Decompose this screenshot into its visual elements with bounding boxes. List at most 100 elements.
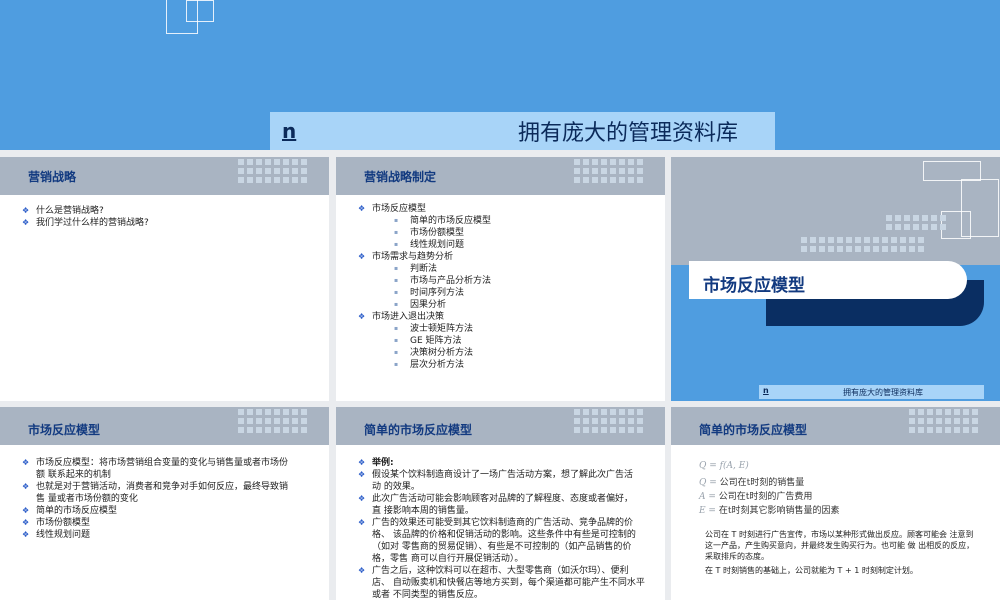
square-bullet-icon: ▪ bbox=[394, 229, 399, 236]
list-item: ❖ 此次广告活动可能会影响顾客对品牌的了解程度、态度或者偏好， bbox=[358, 494, 634, 504]
list-subitem: ▪ 时间序列方法 bbox=[394, 288, 465, 298]
diamond-bullet-icon: ❖ bbox=[22, 518, 30, 527]
list-item-continuation: 售 量或者市场份额的变化 bbox=[36, 494, 138, 504]
list-item: ❖ 市场进入退出决策 bbox=[358, 312, 445, 322]
formula-line: Q = 公司在t时刻的销售量 bbox=[699, 478, 805, 488]
list-item: ❖ 广告之后，这种饮料可以在超市、大型零售商（如沃尔玛）、便利 bbox=[358, 566, 629, 576]
decor-square bbox=[186, 0, 214, 22]
footer-text: 拥有庞大的管理资料库 bbox=[843, 388, 923, 397]
list-item: ❖ 市场反应模型：将市场营销组合变量的变化与销售量或者市场份 bbox=[22, 458, 289, 468]
bullet-list: ❖ 市场反应模型：将市场营销组合变量的变化与销售量或者市场份 额 联系起来的机制 … bbox=[22, 457, 312, 541]
paragraph: 公司在 T 时刻进行广告宣传，市场以某种形式做出反应。顾客可能会 注意到这一产品… bbox=[705, 530, 975, 561]
list-item: ❖ 假设某个饮料制造商设计了一场广告活动方案，想了解此次广告活 bbox=[358, 470, 634, 480]
slide-title: 营销战略 bbox=[28, 170, 77, 184]
decor-dot-grid bbox=[886, 215, 946, 230]
diamond-bullet-icon: ❖ bbox=[22, 206, 30, 215]
square-bullet-icon: ▪ bbox=[394, 337, 399, 344]
list-subitem: ▪ 层次分析方法 bbox=[394, 360, 465, 370]
list-subitem: ▪ 因果分析 bbox=[394, 300, 447, 310]
banner-marker: n bbox=[282, 119, 297, 143]
square-bullet-icon: ▪ bbox=[394, 289, 399, 296]
slide-title: 市场反应模型 bbox=[28, 423, 101, 437]
slide-header: 营销战略制定 bbox=[336, 157, 665, 195]
slide-header: 简单的市场反应模型 bbox=[671, 407, 1000, 445]
bullet-list: ❖ 什么是营销战略? ❖ 我们学过什么样的营销战略? bbox=[22, 205, 149, 229]
section-title: 市场反应模型 bbox=[703, 276, 805, 296]
list-subitem: ▪ 线性规划问题 bbox=[394, 240, 465, 250]
diamond-bullet-icon: ❖ bbox=[358, 518, 366, 527]
footer-marker: n bbox=[763, 386, 769, 395]
list-subitem: ▪ 判断法 bbox=[394, 264, 438, 274]
slide-header: 简单的市场反应模型 bbox=[336, 407, 665, 445]
diamond-bullet-icon: ❖ bbox=[358, 458, 366, 467]
diamond-bullet-icon: ❖ bbox=[358, 204, 366, 213]
decor-square bbox=[923, 161, 981, 181]
slide-header: 营销战略 bbox=[0, 157, 329, 195]
list-item: ❖ 我们学过什么样的营销战略? bbox=[22, 218, 149, 228]
banner-title: 拥有庞大的管理资料库 bbox=[518, 121, 739, 146]
diamond-bullet-icon: ❖ bbox=[358, 312, 366, 321]
diamond-bullet-icon: ❖ bbox=[22, 218, 30, 227]
diamond-bullet-icon: ❖ bbox=[22, 458, 30, 467]
list-subitem: ▪ 决策树分析方法 bbox=[394, 348, 474, 358]
formula-line: Q = f(A, E) bbox=[699, 461, 749, 471]
gutter bbox=[329, 150, 336, 600]
diamond-bullet-icon: ❖ bbox=[22, 506, 30, 515]
decor-dot-grid bbox=[909, 409, 978, 433]
list-subitem: ▪ GE 矩阵方法 bbox=[394, 336, 462, 346]
formula-line: E = 在t时刻其它影响销售量的因素 bbox=[699, 506, 840, 516]
list-item: ❖ 广告的效果还可能受到其它饮料制造商的广告活动、竞争品牌的价 bbox=[358, 518, 634, 528]
diamond-bullet-icon: ❖ bbox=[22, 530, 30, 539]
slide-thumbnail-3[interactable]: 市场反应模型 n 拥有庞大的管理资料库 bbox=[671, 157, 1000, 401]
list-item: ❖ 市场需求与趋势分析 bbox=[358, 252, 454, 262]
square-bullet-icon: ▪ bbox=[394, 277, 399, 284]
list-subitem: ▪ 波士顿矩阵方法 bbox=[394, 324, 474, 334]
slide-title: 简单的市场反应模型 bbox=[699, 423, 808, 437]
list-item: ❖ 什么是营销战略? bbox=[22, 206, 104, 216]
list-item: ❖ 线性规划问题 bbox=[22, 530, 91, 540]
list-subitem: ▪ 简单的市场反应模型 bbox=[394, 216, 492, 226]
square-bullet-icon: ▪ bbox=[394, 301, 399, 308]
formula-line: A = 公司在t时刻的广告费用 bbox=[699, 492, 813, 502]
slide-title: 简单的市场反应模型 bbox=[364, 423, 473, 437]
list-item-continuation: 或者 不同类型的销售反应。 bbox=[372, 590, 483, 600]
decor-dot-grid bbox=[238, 409, 307, 433]
decor-dot-grid bbox=[801, 237, 924, 252]
list-item: ❖ 市场反应模型 bbox=[358, 204, 427, 214]
square-bullet-icon: ▪ bbox=[394, 349, 399, 356]
list-subitem: ▪ 市场份额模型 bbox=[394, 228, 465, 238]
list-item-continuation: 格，零售 商可以自行开展促销活动）。 bbox=[372, 554, 524, 564]
slide-header: 市场反应模型 bbox=[0, 407, 329, 445]
paragraph: 在 T 时刻销售的基础上，公司就能为 T + 1 时刻制定计划。 bbox=[705, 566, 918, 575]
slide-thumbnail-1[interactable]: 营销战略 ❖ 什么是营销战略? ❖ 我们学过什么样的营销战略? bbox=[0, 157, 329, 401]
bullet-list: ❖ 市场反应模型 ▪ 简单的市场反应模型 ▪ 市场份额模型 ▪ 线性规划问题 ❖ 市场需求… bbox=[358, 203, 491, 371]
list-item: ❖ 市场份额模型 bbox=[22, 518, 91, 528]
slide-thumbnail-4[interactable]: 市场反应模型 ❖ 市场反应模型：将市场营销组合变量的变化与销售量或者市场份 额 联… bbox=[0, 407, 329, 600]
gutter bbox=[0, 150, 1000, 157]
bullet-list: ❖ 举例: ❖ 假设某个饮料制造商设计了一场广告活动方案，想了解此次广告活 动 的效… bbox=[358, 457, 658, 600]
slide-thumbnail-2[interactable]: 营销战略制定 ❖ 市场反应模型 ▪ 简单的市场反应模型 ▪ 市场份额模型 ▪ 线性规划问… bbox=[336, 157, 665, 401]
list-item-continuation: 店、 自动贩卖机和快餐店等地方买到，每个渠道都可能产生不同水平 bbox=[372, 578, 645, 588]
square-bullet-icon: ▪ bbox=[394, 217, 399, 224]
square-bullet-icon: ▪ bbox=[394, 325, 399, 332]
list-item-continuation: 直 接影响本周的销售量。 bbox=[372, 506, 474, 516]
diamond-bullet-icon: ❖ bbox=[22, 482, 30, 491]
decor-dot-grid bbox=[238, 159, 307, 183]
square-bullet-icon: ▪ bbox=[394, 361, 399, 368]
decor-dot-grid bbox=[574, 409, 643, 433]
diamond-bullet-icon: ❖ bbox=[358, 470, 366, 479]
list-subitem: ▪ 市场与产品分析方法 bbox=[394, 276, 492, 286]
list-item-continuation: 额 联系起来的机制 bbox=[36, 470, 111, 480]
decor-dot-grid bbox=[574, 159, 643, 183]
list-item: ❖ 简单的市场反应模型 bbox=[22, 506, 118, 516]
list-item-continuation: 动 的效果。 bbox=[372, 482, 420, 492]
list-item: ❖ 举例: bbox=[358, 458, 394, 468]
slide-thumbnail-5[interactable]: 简单的市场反应模型 ❖ 举例: ❖ 假设某个饮料制造商设计了一场广告活动方案，想了解… bbox=[336, 407, 665, 600]
square-bullet-icon: ▪ bbox=[394, 241, 399, 248]
list-item-continuation: 格、 该品牌的价格和促销活动的影响。这些条件中有些是可控制的 bbox=[372, 530, 636, 540]
square-bullet-icon: ▪ bbox=[394, 265, 399, 272]
section-header-band bbox=[671, 157, 1000, 265]
diamond-bullet-icon: ❖ bbox=[358, 494, 366, 503]
slide-thumbnail-6[interactable]: 简单的市场反应模型 Q = f(A, E) Q = 公司在t时刻的销售量 A =… bbox=[671, 407, 1000, 600]
list-item: ❖ 也就是对于营销活动，消费者和竞争对手如何反应，最终导致销 bbox=[22, 482, 289, 492]
